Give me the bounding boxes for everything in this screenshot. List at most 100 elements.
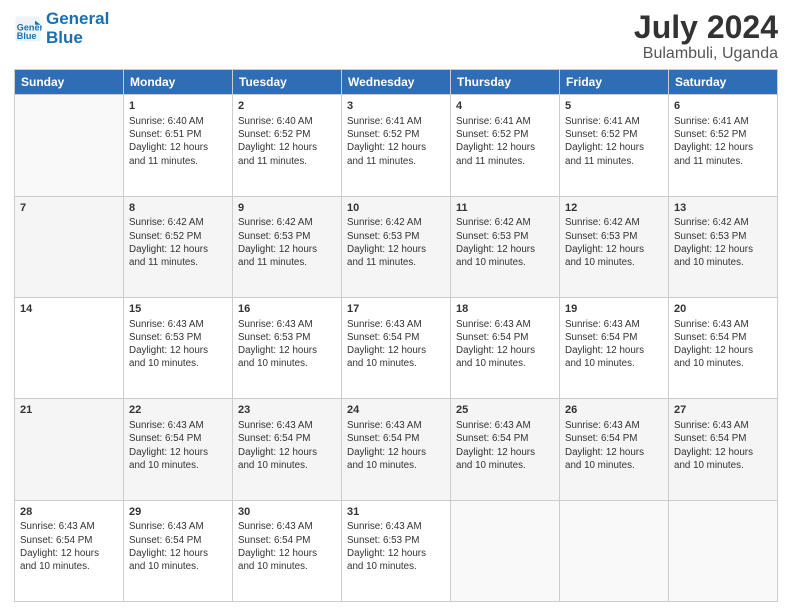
day-info: Sunrise: 6:43 AM Sunset: 6:54 PM Dayligh… bbox=[238, 419, 336, 472]
calendar-cell: 22Sunrise: 6:43 AM Sunset: 6:54 PM Dayli… bbox=[124, 399, 233, 500]
calendar-cell bbox=[560, 500, 669, 601]
calendar-cell: 13Sunrise: 6:42 AM Sunset: 6:53 PM Dayli… bbox=[669, 196, 778, 297]
day-info: Sunrise: 6:43 AM Sunset: 6:54 PM Dayligh… bbox=[238, 520, 336, 573]
day-number: 6 bbox=[674, 99, 772, 114]
calendar-header: SundayMondayTuesdayWednesdayThursdayFrid… bbox=[15, 70, 778, 95]
day-number: 10 bbox=[347, 201, 445, 216]
calendar-cell: 17Sunrise: 6:43 AM Sunset: 6:54 PM Dayli… bbox=[342, 297, 451, 398]
header-cell-monday: Monday bbox=[124, 70, 233, 95]
calendar-cell bbox=[15, 95, 124, 196]
calendar-cell: 5Sunrise: 6:41 AM Sunset: 6:52 PM Daylig… bbox=[560, 95, 669, 196]
day-info: Sunrise: 6:43 AM Sunset: 6:54 PM Dayligh… bbox=[565, 419, 663, 472]
calendar-row: 1Sunrise: 6:40 AM Sunset: 6:51 PM Daylig… bbox=[15, 95, 778, 196]
day-number: 28 bbox=[20, 505, 118, 520]
day-number: 24 bbox=[347, 403, 445, 418]
calendar-cell bbox=[451, 500, 560, 601]
day-info: Sunrise: 6:42 AM Sunset: 6:53 PM Dayligh… bbox=[347, 216, 445, 269]
day-number: 15 bbox=[129, 302, 227, 317]
header-cell-wednesday: Wednesday bbox=[342, 70, 451, 95]
day-number: 27 bbox=[674, 403, 772, 418]
calendar-cell: 26Sunrise: 6:43 AM Sunset: 6:54 PM Dayli… bbox=[560, 399, 669, 500]
calendar-row: 1415Sunrise: 6:43 AM Sunset: 6:53 PM Day… bbox=[15, 297, 778, 398]
calendar-cell: 1Sunrise: 6:40 AM Sunset: 6:51 PM Daylig… bbox=[124, 95, 233, 196]
day-number: 1 bbox=[129, 99, 227, 114]
day-number: 14 bbox=[20, 302, 118, 317]
day-info: Sunrise: 6:43 AM Sunset: 6:53 PM Dayligh… bbox=[129, 318, 227, 371]
day-info: Sunrise: 6:40 AM Sunset: 6:51 PM Dayligh… bbox=[129, 115, 227, 168]
day-info: Sunrise: 6:43 AM Sunset: 6:54 PM Dayligh… bbox=[565, 318, 663, 371]
day-number: 25 bbox=[456, 403, 554, 418]
day-number: 19 bbox=[565, 302, 663, 317]
calendar-row: 21 22Sunrise: 6:43 AM Sunset: 6:54 PM Day… bbox=[15, 399, 778, 500]
header-cell-friday: Friday bbox=[560, 70, 669, 95]
day-info: Sunrise: 6:43 AM Sunset: 6:54 PM Dayligh… bbox=[129, 419, 227, 472]
day-number: 21 bbox=[20, 403, 118, 418]
day-info: Sunrise: 6:42 AM Sunset: 6:53 PM Dayligh… bbox=[565, 216, 663, 269]
day-info: Sunrise: 6:43 AM Sunset: 6:54 PM Dayligh… bbox=[347, 419, 445, 472]
calendar-cell: 2Sunrise: 6:40 AM Sunset: 6:52 PM Daylig… bbox=[233, 95, 342, 196]
calendar-cell: 9Sunrise: 6:42 AM Sunset: 6:53 PM Daylig… bbox=[233, 196, 342, 297]
day-number: 17 bbox=[347, 302, 445, 317]
calendar-cell: 12Sunrise: 6:42 AM Sunset: 6:53 PM Dayli… bbox=[560, 196, 669, 297]
calendar-cell: 19Sunrise: 6:43 AM Sunset: 6:54 PM Dayli… bbox=[560, 297, 669, 398]
logo: General Blue General Blue bbox=[14, 10, 109, 47]
calendar-cell bbox=[669, 500, 778, 601]
calendar-cell: 29Sunrise: 6:43 AM Sunset: 6:54 PM Dayli… bbox=[124, 500, 233, 601]
calendar-cell: 27Sunrise: 6:43 AM Sunset: 6:54 PM Dayli… bbox=[669, 399, 778, 500]
logo-line1: General bbox=[46, 10, 109, 29]
month-year-title: July 2024 bbox=[634, 10, 778, 45]
day-info: Sunrise: 6:43 AM Sunset: 6:54 PM Dayligh… bbox=[129, 520, 227, 573]
day-info: Sunrise: 6:43 AM Sunset: 6:54 PM Dayligh… bbox=[674, 419, 772, 472]
calendar-cell: 30Sunrise: 6:43 AM Sunset: 6:54 PM Dayli… bbox=[233, 500, 342, 601]
day-number: 20 bbox=[674, 302, 772, 317]
calendar-cell: 23Sunrise: 6:43 AM Sunset: 6:54 PM Dayli… bbox=[233, 399, 342, 500]
day-number: 30 bbox=[238, 505, 336, 520]
day-info: Sunrise: 6:43 AM Sunset: 6:53 PM Dayligh… bbox=[238, 318, 336, 371]
day-info: Sunrise: 6:43 AM Sunset: 6:54 PM Dayligh… bbox=[456, 318, 554, 371]
day-info: Sunrise: 6:41 AM Sunset: 6:52 PM Dayligh… bbox=[565, 115, 663, 168]
day-info: Sunrise: 6:41 AM Sunset: 6:52 PM Dayligh… bbox=[456, 115, 554, 168]
calendar-cell: 20Sunrise: 6:43 AM Sunset: 6:54 PM Dayli… bbox=[669, 297, 778, 398]
calendar-cell: 25Sunrise: 6:43 AM Sunset: 6:54 PM Dayli… bbox=[451, 399, 560, 500]
day-info: Sunrise: 6:42 AM Sunset: 6:53 PM Dayligh… bbox=[238, 216, 336, 269]
calendar-cell: 11Sunrise: 6:42 AM Sunset: 6:53 PM Dayli… bbox=[451, 196, 560, 297]
day-info: Sunrise: 6:43 AM Sunset: 6:54 PM Dayligh… bbox=[674, 318, 772, 371]
calendar-cell: 4Sunrise: 6:41 AM Sunset: 6:52 PM Daylig… bbox=[451, 95, 560, 196]
calendar-row: 78Sunrise: 6:42 AM Sunset: 6:52 PM Dayli… bbox=[15, 196, 778, 297]
day-info: Sunrise: 6:43 AM Sunset: 6:54 PM Dayligh… bbox=[456, 419, 554, 472]
day-info: Sunrise: 6:42 AM Sunset: 6:53 PM Dayligh… bbox=[456, 216, 554, 269]
calendar-cell: 28Sunrise: 6:43 AM Sunset: 6:54 PM Dayli… bbox=[15, 500, 124, 601]
day-number: 7 bbox=[20, 201, 118, 216]
header-cell-saturday: Saturday bbox=[669, 70, 778, 95]
day-number: 23 bbox=[238, 403, 336, 418]
day-number: 26 bbox=[565, 403, 663, 418]
day-info: Sunrise: 6:41 AM Sunset: 6:52 PM Dayligh… bbox=[347, 115, 445, 168]
header-cell-tuesday: Tuesday bbox=[233, 70, 342, 95]
day-info: Sunrise: 6:42 AM Sunset: 6:53 PM Dayligh… bbox=[674, 216, 772, 269]
day-number: 3 bbox=[347, 99, 445, 114]
day-number: 12 bbox=[565, 201, 663, 216]
day-info: Sunrise: 6:42 AM Sunset: 6:52 PM Dayligh… bbox=[129, 216, 227, 269]
calendar-cell: 8Sunrise: 6:42 AM Sunset: 6:52 PM Daylig… bbox=[124, 196, 233, 297]
calendar-table: SundayMondayTuesdayWednesdayThursdayFrid… bbox=[14, 69, 778, 602]
day-number: 9 bbox=[238, 201, 336, 216]
day-info: Sunrise: 6:41 AM Sunset: 6:52 PM Dayligh… bbox=[674, 115, 772, 168]
day-number: 11 bbox=[456, 201, 554, 216]
calendar-cell: 3Sunrise: 6:41 AM Sunset: 6:52 PM Daylig… bbox=[342, 95, 451, 196]
header: General Blue General Blue July 2024 Bula… bbox=[14, 10, 778, 63]
calendar-row: 28Sunrise: 6:43 AM Sunset: 6:54 PM Dayli… bbox=[15, 500, 778, 601]
day-number: 2 bbox=[238, 99, 336, 114]
day-number: 4 bbox=[456, 99, 554, 114]
calendar-cell: 18Sunrise: 6:43 AM Sunset: 6:54 PM Dayli… bbox=[451, 297, 560, 398]
logo-line2: Blue bbox=[46, 29, 109, 48]
day-info: Sunrise: 6:43 AM Sunset: 6:54 PM Dayligh… bbox=[20, 520, 118, 573]
calendar-cell: 7 bbox=[15, 196, 124, 297]
calendar-cell: 14 bbox=[15, 297, 124, 398]
logo-icon: General Blue bbox=[14, 15, 42, 43]
day-number: 8 bbox=[129, 201, 227, 216]
calendar-body: 1Sunrise: 6:40 AM Sunset: 6:51 PM Daylig… bbox=[15, 95, 778, 602]
title-block: July 2024 Bulambuli, Uganda bbox=[634, 10, 778, 63]
day-number: 31 bbox=[347, 505, 445, 520]
page: General Blue General Blue July 2024 Bula… bbox=[0, 0, 792, 612]
day-number: 16 bbox=[238, 302, 336, 317]
